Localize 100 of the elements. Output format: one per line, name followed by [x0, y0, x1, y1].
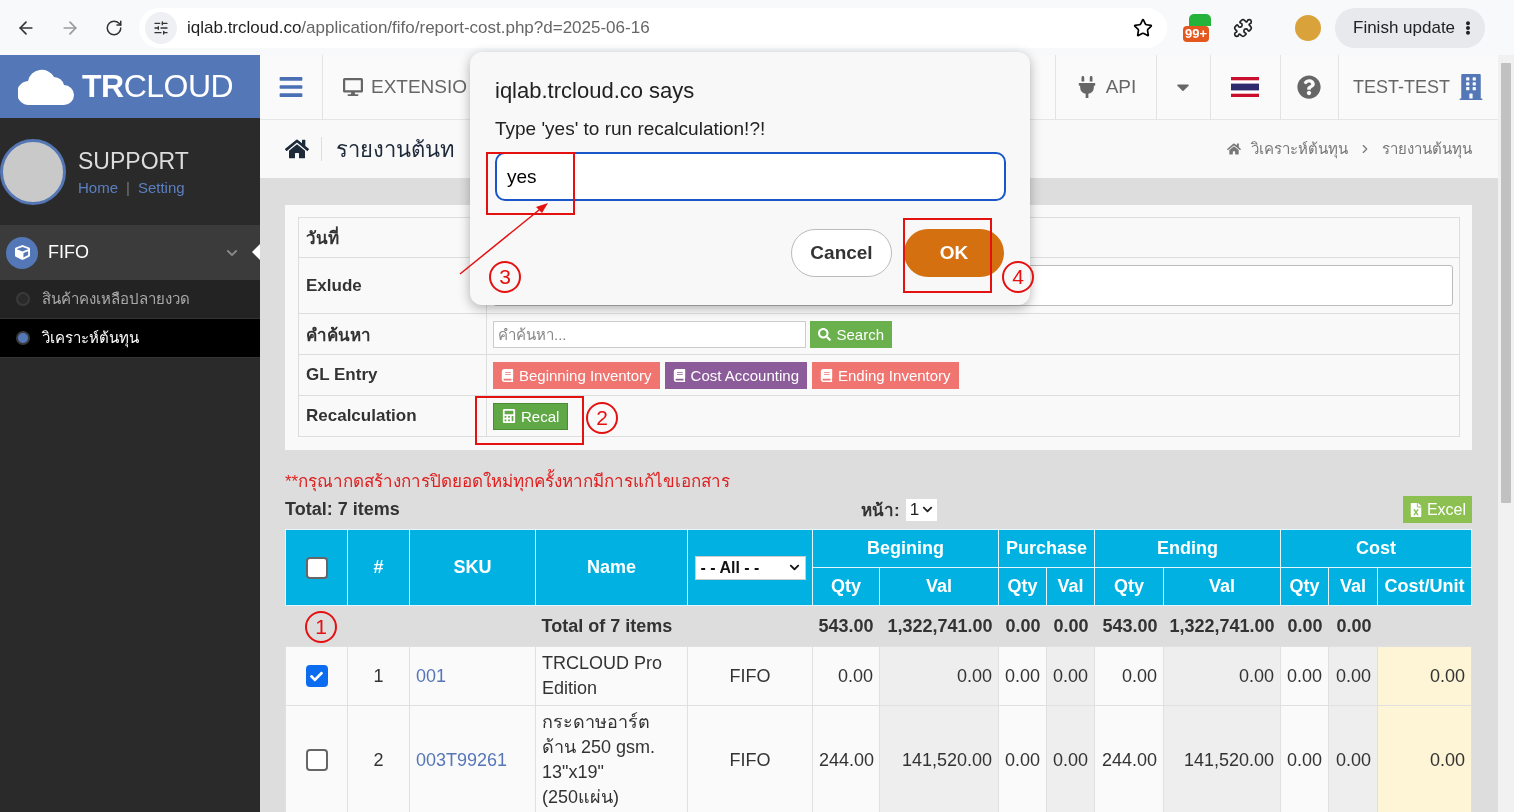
page-select[interactable]: 1 [905, 498, 938, 521]
table-cell: 0.00 [812, 646, 880, 706]
type-filter-select[interactable]: - - All - - [694, 555, 806, 580]
answer-field[interactable]: yes [495, 152, 1006, 201]
table-cell: 0.00 [1377, 705, 1472, 812]
column-header: Qty [1280, 567, 1329, 606]
book-icon [820, 368, 833, 382]
column-group-header: Purchase [998, 529, 1095, 568]
column-group-header: Cost [1280, 529, 1472, 568]
column-header: Qty [998, 567, 1047, 606]
company-name: TEST-TEST [1353, 76, 1450, 98]
caret-icon [922, 504, 934, 515]
submenu-item[interactable]: วิเคราะห์ต้นทุน [0, 319, 260, 358]
menu-icon [278, 74, 304, 100]
sku-link[interactable]: 001 [416, 665, 447, 686]
home-link[interactable]: Home [78, 178, 118, 196]
book-icon [672, 368, 686, 382]
cube-icon [6, 236, 38, 269]
notification-badge: 99+ [1183, 25, 1210, 42]
column-header: SKU [409, 529, 536, 606]
column-header: Val [1046, 567, 1095, 606]
cancel-button[interactable]: Cancel [791, 229, 892, 277]
help-icon [1297, 75, 1322, 99]
book-icon [501, 368, 514, 382]
column-header: Qty [812, 567, 880, 606]
table-cell: 0.00 [1328, 705, 1378, 812]
row-checkbox[interactable] [305, 749, 328, 772]
table-cell: 141,520.00 [879, 705, 999, 812]
table-cell: 0.00 [1280, 705, 1329, 812]
extensions-icon[interactable] [1233, 17, 1253, 38]
gl-entry-button[interactable]: Ending Inventory [812, 361, 959, 389]
table-cell: 1 [347, 646, 410, 706]
column-group-header: Begining [812, 529, 999, 568]
url-host: iqlab.trcloud.co [187, 17, 302, 38]
bookmark-star-icon[interactable] [1133, 17, 1153, 38]
link-separator: | [126, 178, 130, 196]
address-bar[interactable]: iqlab.trcloud.co/application/fifo/report-cost.php?d=2025-06-16 [139, 7, 1167, 48]
recal-button[interactable]: Recal [493, 402, 569, 430]
table-cell: 0.00 [1280, 646, 1329, 706]
search-icon [818, 327, 832, 341]
step-number: 1 [305, 611, 337, 643]
menu-group[interactable]: FIFO [0, 225, 260, 280]
gl-entry-button[interactable]: Beginning Inventory [493, 361, 660, 389]
submenu-item[interactable]: สินค้าคงเหลือปลายงวด [0, 280, 260, 319]
column-header: Qty [1094, 567, 1164, 606]
site-settings-icon[interactable] [145, 11, 177, 44]
table-cell: FIFO [687, 705, 813, 812]
logo-text: TRCLOUD [82, 68, 234, 105]
column-header: Val [1163, 567, 1281, 606]
table-cell: FIFO [687, 646, 813, 706]
filter-label: GL Entry [298, 354, 487, 396]
column-header: Name [535, 529, 688, 606]
breadcrumb-current: รายงานต้นทุน [1382, 139, 1472, 161]
spreadsheet-icon [1408, 502, 1423, 517]
monitor-icon [343, 77, 363, 97]
finish-update-button[interactable]: Finish update [1335, 7, 1486, 48]
table-cell: 0.00 [1328, 646, 1378, 706]
user-name: SUPPORT [78, 147, 189, 175]
step-number: 2 [586, 402, 618, 434]
total-count: Total: 7 items [285, 499, 401, 520]
gl-entry-button[interactable]: Cost Accounting [664, 361, 807, 389]
sku-link[interactable]: 003T99261 [416, 749, 508, 770]
setting-link[interactable]: Setting [137, 178, 185, 196]
url-path: /application/fifo/report-cost.php?d=2025-06-16 [301, 17, 650, 38]
column-header: Val [1328, 567, 1378, 606]
company-menu[interactable]: TEST-TEST [1339, 55, 1498, 119]
step-number: 4 [1002, 261, 1034, 293]
dialog-message: Type 'yes' to run recalculation!?! [495, 118, 767, 140]
api-menu[interactable]: API [1055, 55, 1157, 119]
table-cell: 0.00 [1046, 646, 1095, 706]
column-group-header: Ending [1094, 529, 1281, 568]
scrollbar[interactable] [1498, 55, 1514, 812]
breadcrumb-link[interactable]: วิเคราะห์ต้นทุน [1251, 137, 1348, 161]
select-all-checkbox[interactable] [305, 556, 328, 579]
table-cell: กระดาษอาร์ตด้าน 250 gsm. 13"x19" (250แผ่น) [535, 705, 688, 812]
cloud-icon [18, 68, 74, 105]
table-cell: 0.00 [998, 646, 1047, 706]
table-cell: 0.00 [1094, 646, 1164, 706]
filter-label: คำค้นหา [298, 313, 487, 355]
row-checkbox[interactable] [305, 665, 328, 688]
step-number: 3 [489, 261, 521, 293]
chat-extension-icon[interactable] [1189, 13, 1211, 26]
table-cell: 0.00 [1377, 646, 1472, 706]
menu-label: FIFO [48, 242, 89, 263]
table-cell: 244.00 [1094, 705, 1164, 812]
home-icon[interactable] [285, 137, 322, 161]
table-cell: 0.00 [879, 646, 999, 706]
ok-button[interactable]: OK [904, 229, 1004, 277]
table-cell: 2 [347, 705, 410, 812]
table-cell: 0.00 [1163, 646, 1281, 706]
column-header: Val [879, 567, 999, 606]
table-cell: 244.00 [812, 705, 880, 812]
table-cell: 0.00 [1046, 705, 1095, 812]
caret-icon [788, 562, 800, 573]
thai-flag-icon [1231, 77, 1260, 97]
check-icon [310, 669, 323, 683]
building-icon [1458, 74, 1484, 100]
search-field[interactable]: คำค้นหา... [493, 320, 806, 348]
table-cell: TRCLOUD Pro Edition [535, 646, 688, 706]
table-cell: 0.00 [998, 705, 1047, 812]
